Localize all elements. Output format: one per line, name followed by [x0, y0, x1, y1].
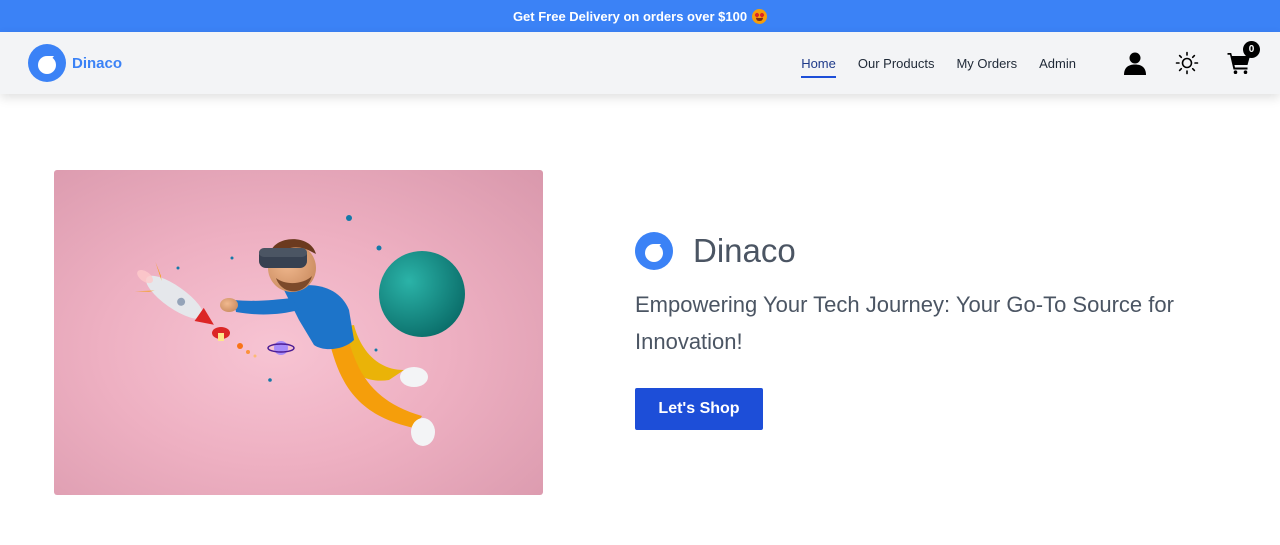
hero-title: Dinaco	[693, 232, 796, 269]
nav-link-our-products[interactable]: Our Products	[858, 52, 935, 75]
nav-links: Home Our Products My Orders Admin	[779, 52, 1076, 78]
cart-count-badge: 0	[1243, 41, 1260, 58]
navbar: Dinaco Home Our Products My Orders Admin	[0, 32, 1280, 94]
promo-text: Get Free Delivery on orders over $100	[512, 8, 748, 24]
nav-link-home[interactable]: Home	[801, 52, 836, 78]
dinaco-logo-icon	[635, 232, 673, 270]
heart-eyes-emoji-icon	[752, 8, 768, 24]
nav-icons: 0	[1122, 41, 1260, 76]
account-button[interactable]	[1122, 50, 1148, 76]
vr-man-rocket-illustration	[134, 215, 465, 446]
cart-button[interactable]: 0	[1226, 41, 1260, 76]
hero-image	[54, 170, 543, 495]
brand-link[interactable]: Dinaco	[28, 44, 122, 82]
brand-name: Dinaco	[72, 54, 123, 72]
user-icon	[1124, 52, 1146, 75]
promo-bar: Get Free Delivery on orders over $100	[0, 0, 1280, 32]
lets-shop-button[interactable]: Let's Shop	[635, 388, 763, 430]
hero-tagline: Empowering Your Tech Journey: Your Go-To…	[635, 292, 1174, 354]
nav-link-my-orders[interactable]: My Orders	[956, 52, 1017, 75]
dinaco-logo-icon	[28, 44, 66, 82]
hero-title-row: Dinaco	[635, 232, 1215, 270]
nav-link-admin[interactable]: Admin	[1039, 52, 1076, 75]
sun-icon	[1175, 51, 1199, 75]
theme-toggle-button[interactable]	[1174, 50, 1200, 76]
hero-section: Dinaco Empowering Your Tech Journey: You…	[0, 94, 1280, 545]
hero-content: Dinaco Empowering Your Tech Journey: You…	[635, 232, 1215, 430]
